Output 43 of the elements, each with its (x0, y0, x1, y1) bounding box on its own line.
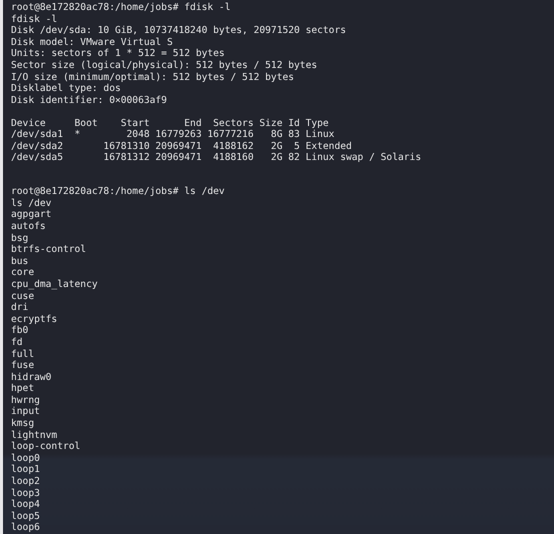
terminal-line: loop6 (11, 522, 41, 534)
terminal-line: autofs (11, 220, 47, 233)
terminal-line: Disklabel type: dos (11, 83, 122, 95)
terminal-line: loop0 (11, 452, 41, 464)
terminal-line: input (11, 406, 41, 418)
terminal-line: /dev/sda1 * 2048 16779263 16777216 8G 83 Linux (11, 129, 336, 141)
terminal-line: fdisk -l (11, 14, 58, 26)
terminal-line: bsg (11, 232, 30, 244)
terminal-line: cpu_dma_latency (11, 278, 99, 291)
terminal-line: ecryptfs (11, 314, 58, 326)
terminal-line: Disk model: VMware Virtual S (11, 36, 174, 48)
terminal-line: fd (11, 336, 24, 348)
terminal-line: loop-control (11, 441, 82, 453)
terminal-line: loop1 (11, 464, 41, 476)
terminal-line: root@8e172820ac78:/home/jobs# fdisk -l (11, 2, 232, 14)
terminal-line: dri (11, 302, 30, 314)
terminal-line: loop2 (11, 476, 41, 488)
terminal-line: lightnvm (11, 430, 58, 442)
terminal-line: /dev/sda5 16781312 20969471 4188160 2G 82 Linux swap / Solaris (11, 152, 422, 164)
terminal-line: kmsg (11, 418, 36, 430)
terminal-line: loop4 (11, 499, 41, 511)
terminal-line: ls /dev (11, 198, 52, 210)
terminal-line: cuse (11, 290, 36, 302)
terminal-line: Disk identifier: 0×00063af9 (11, 94, 168, 106)
terminal-line: agpgart (11, 209, 52, 221)
terminal-line: fb0 (11, 325, 30, 337)
terminal-line: bus (11, 256, 30, 268)
terminal-line: Disk /dev/sda: 10 GiB, 10737418240 bytes, 20971520 sectors (11, 25, 348, 37)
terminal-line: loop5 (11, 510, 41, 522)
terminal-line: btrfs-control (11, 244, 88, 256)
terminal-line: hpet (11, 383, 36, 395)
terminal-line: core (11, 267, 36, 279)
terminal-line: hidraw0 (11, 372, 52, 384)
terminal-line: hwrng (11, 394, 41, 406)
terminal-line: full (11, 348, 36, 360)
terminal-line: I/O size (minimum/optimal): 512 bytes / 512 bytes (11, 72, 296, 84)
terminal-line: Units: sectors of 1 * 512 = 512 bytes (11, 48, 226, 60)
terminal-line: Device Boot Start End Sectors Size Id Type (11, 118, 330, 130)
terminal-line: fuse (11, 360, 36, 372)
terminal-line: Sector size (logical/physical): 512 bytes / 512 bytes (11, 60, 318, 72)
terminal-line: root@8e172820ac78:/home/jobs# ls /dev (11, 186, 226, 198)
terminal-line: loop3 (11, 488, 41, 500)
terminal-line: /dev/sda2 16781310 20969471 4188162 2G 5 Extended (11, 140, 353, 152)
